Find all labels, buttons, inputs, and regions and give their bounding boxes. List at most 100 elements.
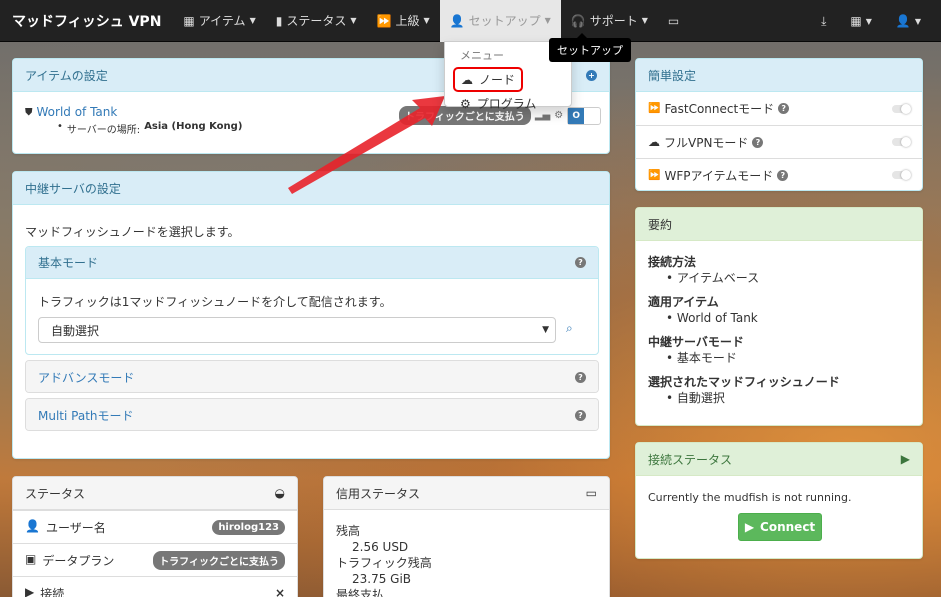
- multipath-mode-heading[interactable]: Multi Pathモード ?: [26, 399, 598, 430]
- connect-button-label: Connect: [760, 520, 816, 534]
- credit-card-icon: ▭: [667, 13, 680, 28]
- money-icon: ▣: [25, 551, 37, 566]
- credit-status-heading: 信用ステータス ▭: [324, 477, 609, 510]
- wfp-toggle[interactable]: [892, 170, 911, 180]
- summary-value-item: World of Tank: [676, 311, 758, 325]
- quick-settings-heading: 簡単設定: [636, 59, 922, 92]
- connect-button[interactable]: ▶ Connect: [738, 513, 822, 541]
- advanced-mode-heading[interactable]: アドバンスモード ?: [26, 361, 598, 392]
- help-icon[interactable]: ?: [752, 136, 764, 148]
- gear-icon: ⚙: [460, 96, 471, 111]
- download-button[interactable]: ⤓: [809, 0, 838, 42]
- user-icon: 👤: [449, 13, 465, 28]
- nav-items-menu[interactable]: ▦ アイテム ▼: [173, 0, 265, 42]
- status-panel: ステータス ◒ 👤 ユーザー名 hirolog123 ▣ データプラン トラフィ…: [12, 476, 298, 597]
- fullvpn-label: フルVPNモード: [664, 135, 749, 150]
- caret-down-icon: ▼: [350, 16, 357, 25]
- caret-down-icon: ▼: [423, 16, 430, 25]
- bar-chart-icon: ▮: [275, 13, 283, 28]
- brand-title[interactable]: マッドフィッシュ VPN: [0, 11, 173, 31]
- help-icon[interactable]: ?: [575, 371, 586, 383]
- bullet-icon: •: [57, 121, 63, 132]
- connection-status-title: 接続ステータス: [648, 452, 733, 467]
- play-icon[interactable]: ▶: [901, 452, 910, 466]
- fast-forward-icon: ⏩: [376, 13, 392, 28]
- nav-items-label: アイテム: [198, 14, 246, 28]
- dropdown-item-node-label: ノード: [479, 73, 516, 87]
- item-settings-title: アイテムの設定: [25, 68, 108, 83]
- grid-icon: ▦: [850, 14, 862, 28]
- item-name-link[interactable]: World of Tank: [37, 105, 118, 119]
- dashboard-icon: ◒: [274, 486, 285, 500]
- balance-value: 2.56 USD: [352, 540, 409, 554]
- last-payment-label: 最終支払: [336, 588, 385, 597]
- summary-value-node: 自動選択: [676, 391, 725, 405]
- item-toggle-switch[interactable]: O: [567, 106, 602, 125]
- user-icon: 👤: [25, 518, 40, 533]
- cloud-icon: ☁: [648, 135, 660, 149]
- user-icon: 👤: [895, 14, 911, 28]
- dataplan-badge: トラフィックごとに支払う: [153, 550, 285, 570]
- credit-details: 残高 2.56 USD トラフィック残高 23.75 GiB 最終支払: [336, 523, 432, 597]
- relay-intro: マッドフィッシュノードを選択します。: [25, 225, 240, 239]
- help-icon[interactable]: ?: [777, 169, 789, 181]
- dropdown-item-node[interactable]: ☁ ノード: [453, 67, 523, 92]
- node-select[interactable]: 自動選択 ▼: [38, 317, 556, 343]
- item-row: ⛊ World of Tank: [25, 105, 117, 119]
- headset-icon: 🎧: [570, 13, 586, 28]
- status-row-username: 👤 ユーザー名 hirolog123: [13, 510, 297, 543]
- user-menu[interactable]: 👤 ▼: [884, 0, 933, 42]
- play-icon: ▶: [25, 584, 35, 597]
- help-icon[interactable]: ?: [575, 257, 586, 268]
- server-label: サーバーの場所:: [66, 125, 141, 136]
- connection-status-heading: 接続ステータス ▶: [636, 443, 922, 476]
- top-navbar: マッドフィッシュ VPN ▦ アイテム ▼ ▮ ステータス ▼ ⏩ 上級 ▼ 👤…: [0, 0, 941, 42]
- basic-mode-desc: トラフィックは1マッドフィッシュノードを介して配信されます。: [38, 295, 392, 309]
- summary-heading-relay: 中継サーバモード: [648, 335, 744, 349]
- credit-card-icon: ▭: [585, 486, 597, 500]
- caret-down-icon: ▼: [865, 16, 872, 26]
- play-icon: ▶: [744, 520, 755, 534]
- puzzle-icon: ▦: [183, 13, 195, 28]
- status-heading: ステータス ◒: [13, 477, 297, 510]
- summary-heading-node: 選択されたマッドフィッシュノード: [648, 375, 840, 389]
- relay-settings-panel: 中継サーバの設定 マッドフィッシュノードを選択します。 基本モード ? トラフィ…: [12, 171, 610, 459]
- cloud-icon: ☁: [461, 72, 473, 87]
- multipath-mode-title: Multi Pathモード: [38, 408, 134, 423]
- nav-status-menu[interactable]: ▮ ステータス ▼: [266, 0, 367, 42]
- shield-icon: ⛊: [25, 106, 33, 118]
- nav-card-button[interactable]: ▭: [658, 0, 689, 42]
- summary-value-relay: 基本モード: [676, 351, 737, 365]
- help-icon[interactable]: ?: [575, 409, 586, 421]
- status-title: ステータス: [25, 486, 86, 501]
- fast-forward-icon: ⏩: [648, 169, 661, 181]
- nav-setup-menu[interactable]: 👤 セットアップ ▼: [439, 0, 561, 42]
- caret-down-icon: ▼: [249, 16, 256, 25]
- relay-settings-heading: 中継サーバの設定: [13, 172, 609, 205]
- basic-mode-title: 基本モード: [38, 256, 99, 270]
- summary-heading: 要約: [636, 208, 922, 241]
- nav-advanced-label: 上級: [395, 14, 420, 28]
- summary-panel: 要約 接続方法 • アイテムベース 適用アイテム • World of Tank…: [635, 207, 923, 426]
- credit-status-panel: 信用ステータス ▭ 残高 2.56 USD トラフィック残高 23.75 GiB…: [323, 476, 610, 597]
- quick-row-fullvpn: ☁ フルVPNモード ?: [636, 125, 922, 158]
- add-circle-icon[interactable]: +: [586, 69, 597, 81]
- summary-title: 要約: [648, 217, 673, 232]
- nav-advanced-menu[interactable]: ⏩ 上級 ▼: [367, 0, 440, 42]
- nav-support-menu[interactable]: 🎧 サポート ▼: [561, 0, 658, 42]
- fullvpn-toggle[interactable]: [892, 137, 911, 147]
- help-icon[interactable]: ?: [778, 103, 790, 114]
- dropdown-item-program[interactable]: ⚙ プログラム: [445, 92, 571, 115]
- dataplan-label: データプラン: [42, 553, 115, 568]
- apps-menu[interactable]: ▦ ▼: [838, 0, 884, 42]
- connection-label: 接続: [40, 586, 65, 597]
- credit-status-title: 信用ステータス: [336, 486, 421, 501]
- caret-down-icon: ▼: [914, 16, 921, 26]
- fastconnect-toggle[interactable]: [892, 103, 911, 114]
- chevron-down-icon: ▼: [542, 325, 549, 335]
- basic-mode-heading[interactable]: 基本モード ?: [26, 247, 598, 279]
- node-select-value: 自動選択: [51, 323, 100, 338]
- search-icon[interactable]: ⌕: [566, 321, 573, 336]
- advanced-mode-panel: アドバンスモード ?: [25, 360, 599, 393]
- balance-label: 残高: [336, 524, 361, 538]
